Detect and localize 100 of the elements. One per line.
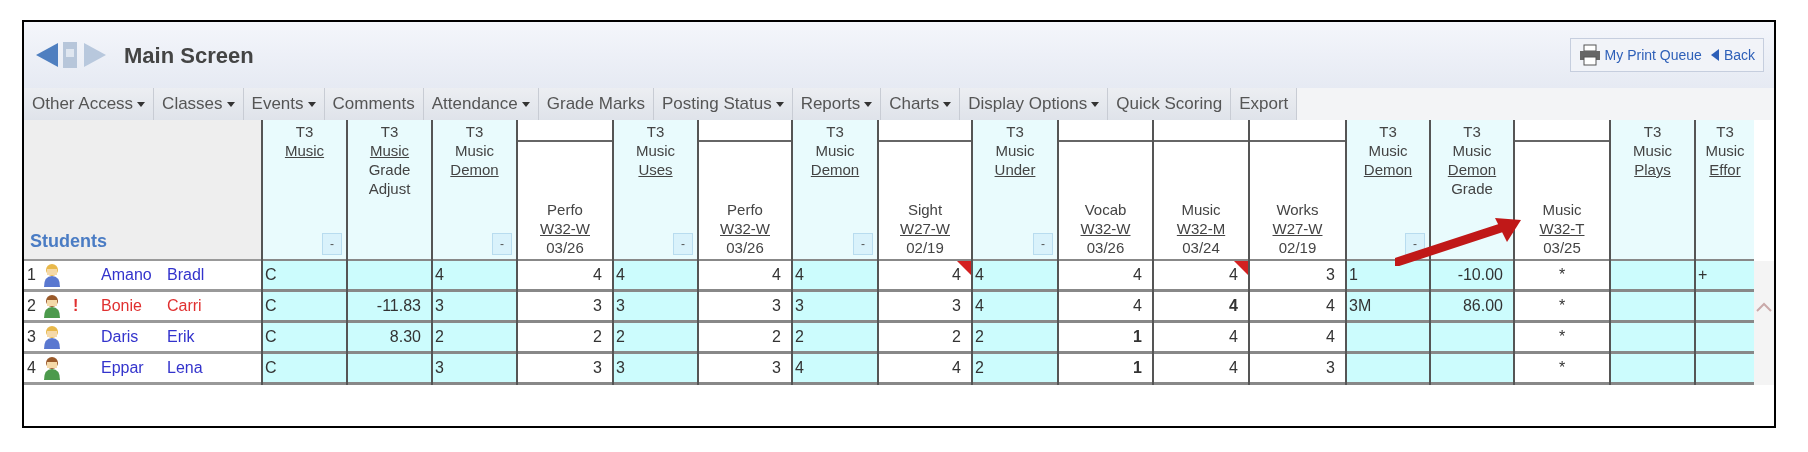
- header-text: Music: [635, 141, 676, 160]
- column-link[interactable]: W32-W: [720, 219, 770, 238]
- column-link[interactable]: Music: [284, 141, 325, 160]
- header-text: Music: [815, 141, 855, 160]
- table-cell: C: [263, 261, 346, 292]
- collapse-toggle[interactable]: -: [853, 233, 873, 255]
- header-text: Music: [454, 141, 495, 160]
- header-text: Music: [995, 141, 1035, 160]
- student-first-name[interactable]: Daris: [101, 325, 167, 349]
- column-link[interactable]: Demon: [810, 160, 860, 179]
- table-cell: 4: [614, 261, 697, 292]
- table-cell: C: [263, 323, 346, 354]
- student-first-name[interactable]: Amano: [101, 263, 167, 287]
- menu-item[interactable]: Classes: [154, 88, 244, 120]
- column-link[interactable]: Demon: [450, 160, 499, 179]
- scroll-up-icon[interactable]: [1756, 301, 1772, 313]
- header-text: T3: [1463, 122, 1481, 141]
- column-link[interactable]: Demon: [1447, 160, 1497, 179]
- collapse-toggle[interactable]: -: [673, 233, 693, 255]
- header-text: Music: [1181, 200, 1221, 219]
- caret-icon: [137, 101, 146, 107]
- student-last-name[interactable]: Erik: [167, 325, 195, 349]
- menu-item[interactable]: Attendance: [423, 88, 539, 120]
- student-row[interactable]: 3 Daris Erik: [24, 323, 261, 354]
- caret-icon: [943, 101, 952, 107]
- window-title: Main Screen: [124, 41, 254, 70]
- collapse-toggle[interactable]: -: [1033, 233, 1053, 255]
- menu-item[interactable]: Comments: [324, 88, 424, 120]
- column-link[interactable]: W27-W: [1272, 219, 1323, 238]
- students-heading: Students: [30, 230, 107, 253]
- column-link[interactable]: W27-W: [900, 219, 950, 238]
- table-cell: -11.83: [348, 292, 431, 323]
- alert-mark: !: [72, 296, 80, 316]
- menu-item[interactable]: Charts: [881, 88, 961, 120]
- header-text: Perfo: [547, 200, 583, 219]
- student-last-name[interactable]: Bradl: [167, 263, 205, 287]
- menu-item[interactable]: Events: [243, 88, 325, 120]
- page-icon[interactable]: [62, 40, 78, 70]
- header-text: Music: [1542, 200, 1582, 219]
- caret-icon: [226, 101, 235, 107]
- collapse-toggle[interactable]: -: [492, 233, 512, 255]
- column-link[interactable]: Under: [994, 160, 1036, 179]
- column-link[interactable]: W32-M: [1176, 219, 1226, 238]
- student-first-name[interactable]: Bonie: [101, 294, 167, 318]
- header-text: Music: [1705, 141, 1745, 160]
- table-cell: [1696, 292, 1754, 323]
- forward-arrow-icon[interactable]: [82, 40, 108, 70]
- cell-value: 4: [952, 265, 961, 285]
- table-cell: 4: [793, 354, 877, 385]
- student-figure-icon: [41, 263, 63, 287]
- column-link[interactable]: Plays: [1634, 160, 1671, 179]
- menu-item[interactable]: Reports: [792, 88, 882, 120]
- column-link[interactable]: W32-W: [1080, 219, 1131, 238]
- table-cell: 2: [973, 354, 1057, 385]
- student-row[interactable]: 4 Eppar Lena: [24, 354, 261, 385]
- header-text: 03/26: [1086, 238, 1125, 257]
- header-text: Adjust: [368, 179, 411, 198]
- table-cell: 4: [973, 261, 1057, 292]
- back-arrow-icon[interactable]: [34, 40, 60, 70]
- header-text: T3: [1379, 122, 1397, 141]
- column-link[interactable]: Uses: [638, 160, 673, 179]
- table-cell: 1: [1347, 261, 1429, 292]
- student-figure-icon: [41, 294, 63, 318]
- menu-item[interactable]: Quick Scoring: [1108, 88, 1232, 120]
- menu-item[interactable]: Posting Status: [654, 88, 793, 120]
- table-cell: 3M: [1347, 292, 1429, 323]
- menu-item[interactable]: Grade Marks: [538, 88, 654, 120]
- student-last-name[interactable]: Lena: [167, 356, 203, 380]
- table-cell: C: [263, 354, 346, 385]
- menu-item[interactable]: Other Access: [24, 88, 155, 120]
- caret-icon: [1091, 101, 1100, 107]
- student-last-name[interactable]: Carri: [167, 294, 202, 318]
- collapse-toggle[interactable]: -: [322, 233, 342, 255]
- scrollbar-track[interactable]: [1754, 261, 1774, 385]
- table-cell: 8.30: [348, 323, 431, 354]
- caret-icon: [864, 101, 873, 107]
- table-cell: 3: [433, 354, 516, 385]
- menu-item[interactable]: Display Options: [960, 88, 1109, 120]
- table-cell: 3: [614, 354, 697, 385]
- back-button[interactable]: Back: [1709, 44, 1755, 66]
- print-queue-button[interactable]: My Print Queue: [1578, 44, 1702, 66]
- column-link[interactable]: Effor: [1709, 160, 1741, 179]
- header-text: Vocab: [1084, 200, 1127, 219]
- cell-value: 4: [1229, 265, 1238, 285]
- header-text: Music: [1368, 141, 1408, 160]
- header-text: 02/19: [1278, 238, 1317, 257]
- header-text: Sight: [907, 200, 943, 219]
- header-text: T3: [646, 122, 665, 141]
- column-link[interactable]: W32-W: [540, 219, 590, 238]
- column-link[interactable]: Music: [369, 141, 410, 160]
- student-row[interactable]: 1 Amano Bradl: [24, 261, 261, 292]
- menu-item[interactable]: Export: [1231, 88, 1298, 120]
- header-text: Music: [1452, 141, 1492, 160]
- student-figure-icon: [41, 356, 63, 380]
- caret-icon: [307, 101, 316, 107]
- column-link[interactable]: Demon: [1363, 160, 1413, 179]
- header-text: Grade: [368, 160, 411, 179]
- student-row[interactable]: 2 ! Bonie Carri: [24, 292, 261, 323]
- column-link[interactable]: W32-T: [1539, 219, 1585, 238]
- student-first-name[interactable]: Eppar: [101, 356, 167, 380]
